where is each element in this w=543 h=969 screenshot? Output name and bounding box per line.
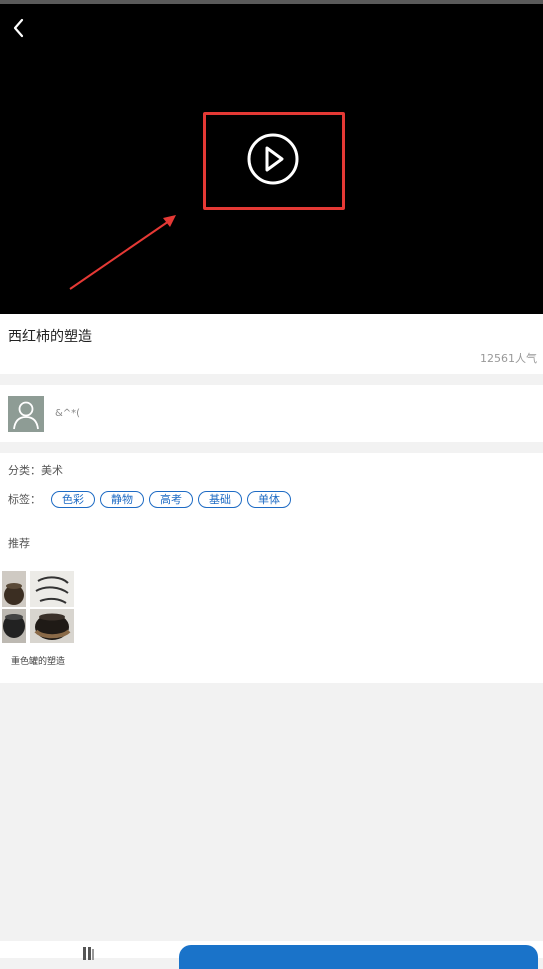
title-card: 西红柿的塑造 12561人气 bbox=[0, 314, 543, 374]
tag-chip[interactable]: 基础 bbox=[198, 490, 242, 508]
tag-chip[interactable]: 单体 bbox=[247, 490, 291, 508]
thumbnail-image bbox=[2, 571, 74, 643]
category-text: 分类：美术 bbox=[8, 464, 63, 477]
back-button[interactable] bbox=[10, 16, 30, 40]
info-card: 分类：美术 标签： 色彩 静物 高考 基础 单体 推荐 重色罐的塑造 bbox=[0, 453, 543, 683]
recommend-label: 推荐 bbox=[8, 537, 30, 550]
play-circle-icon bbox=[247, 133, 299, 185]
tags-label: 标签： bbox=[8, 493, 41, 506]
annotation-arrow bbox=[69, 215, 176, 290]
author-card[interactable]: &^*( bbox=[0, 385, 543, 442]
play-button[interactable] bbox=[246, 132, 300, 186]
tags-row: 标签： 色彩 静物 高考 基础 单体 bbox=[8, 488, 296, 510]
video-title: 西红柿的塑造 bbox=[8, 329, 92, 345]
user-avatar-icon bbox=[13, 401, 39, 430]
recommendation-item[interactable]: 重色罐的塑造 bbox=[2, 571, 74, 667]
author-name[interactable]: &^*( bbox=[55, 408, 80, 419]
video-player[interactable] bbox=[0, 4, 543, 314]
tag-chip[interactable]: 静物 bbox=[100, 490, 144, 508]
chevron-left-icon bbox=[13, 18, 24, 38]
view-count: 12561人气 bbox=[480, 352, 537, 365]
book-icon bbox=[83, 947, 94, 960]
recommendation-thumbnail[interactable] bbox=[2, 571, 74, 643]
bottom-left-button[interactable] bbox=[82, 945, 96, 960]
avatar[interactable] bbox=[8, 396, 44, 432]
bottom-bar bbox=[0, 941, 543, 969]
recommendation-caption[interactable]: 重色罐的塑造 bbox=[2, 654, 74, 667]
tag-chip[interactable]: 高考 bbox=[149, 490, 193, 508]
tag-chip[interactable]: 色彩 bbox=[51, 490, 95, 508]
primary-action-button[interactable] bbox=[179, 945, 538, 969]
